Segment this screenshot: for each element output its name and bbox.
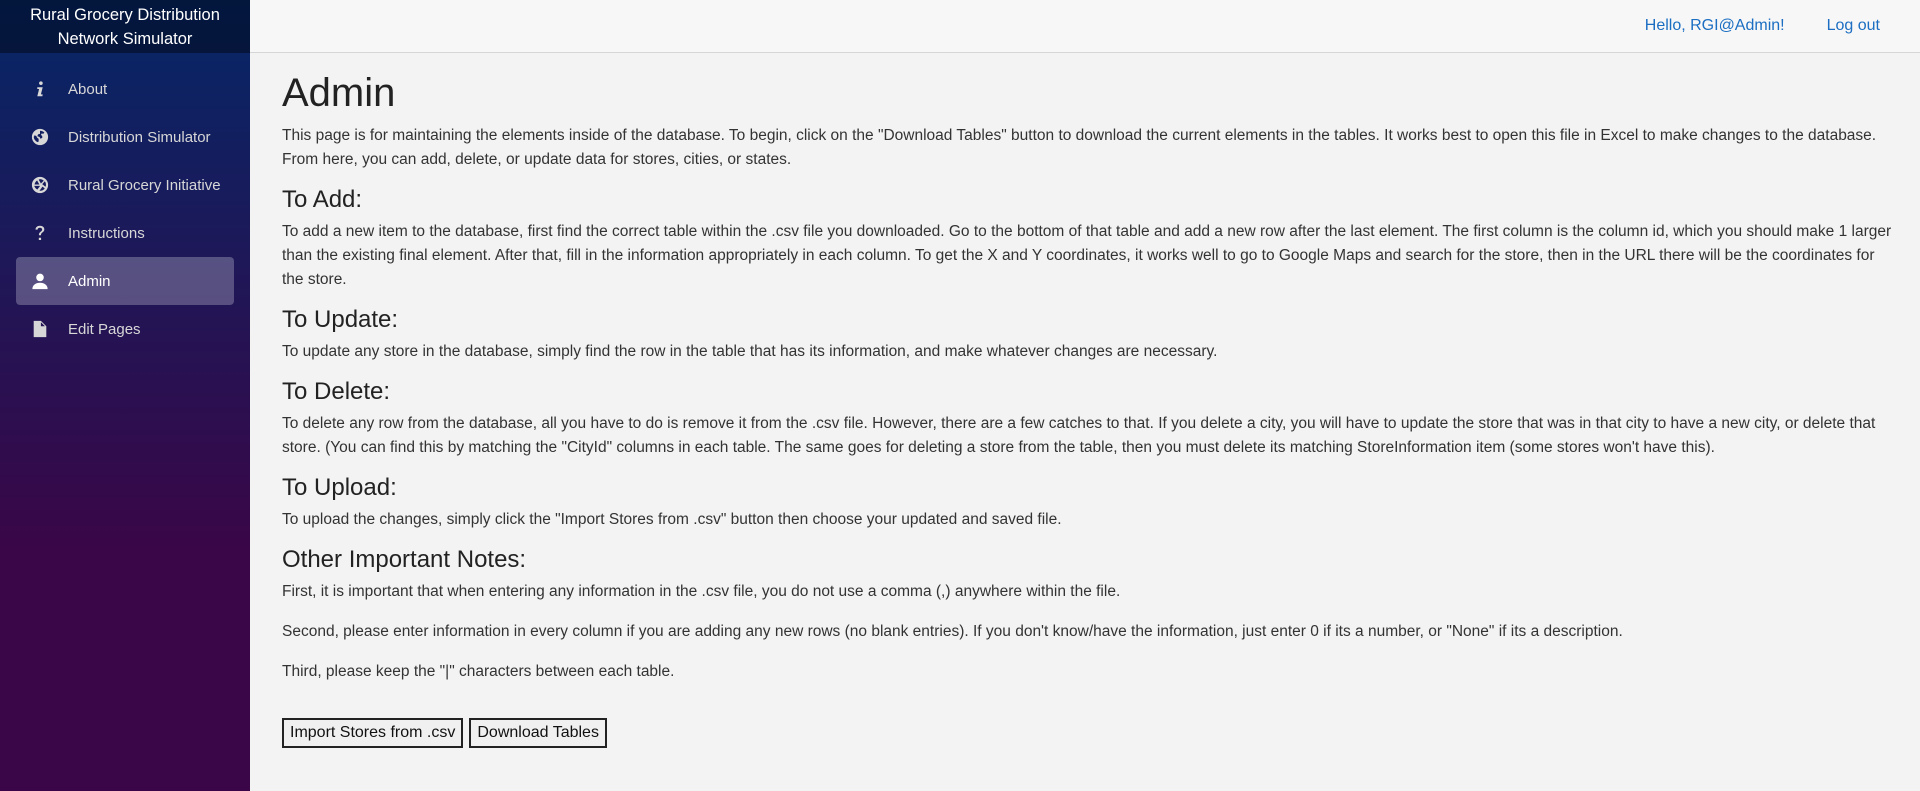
import-stores-button[interactable]: Import Stores from .csv — [282, 718, 464, 748]
document-icon — [30, 319, 50, 339]
section-text-delete: To delete any row from the database, all… — [282, 415, 1876, 456]
section-heading-update: To Update: — [282, 306, 399, 333]
section-text-update: To update any store in the database, sim… — [282, 343, 1218, 360]
section-heading-delete: To Delete: — [282, 378, 391, 405]
globe-icon — [30, 127, 50, 147]
sidebar-item-label: Instructions — [68, 224, 145, 242]
notes-heading: Other Important Notes: — [282, 546, 527, 573]
question-icon — [30, 223, 50, 243]
page-title: Admin — [282, 71, 396, 115]
section-text-add: To add a new item to the database, first… — [282, 223, 1892, 288]
sidebar-item-rural-grocery-initiative[interactable]: Rural Grocery Initiative — [16, 161, 234, 209]
note-item: First, it is important that when enterin… — [282, 583, 1121, 600]
note-item: Second, please enter information in ever… — [282, 623, 1623, 640]
sidebar-item-label: Rural Grocery Initiative — [68, 176, 221, 194]
info-icon — [30, 79, 50, 99]
note-item: Third, please keep the "|" characters be… — [282, 663, 675, 680]
sidebar-item-label: Edit Pages — [68, 320, 141, 338]
sidebar-item-label: Admin — [68, 272, 111, 290]
sidebar-item-edit-pages[interactable]: Edit Pages — [16, 305, 234, 353]
action-buttons: Import Stores from .csv Download Tables — [282, 718, 1895, 748]
sidebar-item-label: Distribution Simulator — [68, 128, 211, 146]
section-text-upload: To upload the changes, simply click the … — [282, 511, 1062, 528]
sidebar-item-admin[interactable]: Admin — [16, 257, 234, 305]
download-tables-button[interactable]: Download Tables — [469, 718, 607, 748]
section-heading-add: To Add: — [282, 186, 363, 213]
intro-text: This page is for maintaining the element… — [282, 127, 1877, 168]
page-content: Admin This page is for maintaining the e… — [250, 53, 1920, 748]
brand-title[interactable]: Rural Grocery Distribution Network Simul… — [0, 0, 250, 53]
sidebar: Rural Grocery Distribution Network Simul… — [0, 0, 250, 791]
sidebar-item-instructions[interactable]: Instructions — [16, 209, 234, 257]
main-area: Hello, RGI@Admin! Log out Admin This pag… — [250, 0, 1920, 791]
sidebar-item-about[interactable]: About — [16, 65, 234, 113]
app-root: Rural Grocery Distribution Network Simul… — [0, 0, 1920, 791]
top-bar: Hello, RGI@Admin! Log out — [250, 0, 1920, 53]
sidebar-item-label: About — [68, 80, 108, 98]
greeting-link[interactable]: Hello, RGI@Admin! — [1645, 17, 1785, 35]
section-heading-upload: To Upload: — [282, 474, 397, 501]
aperture-icon — [30, 175, 50, 195]
person-icon — [30, 271, 50, 291]
sidebar-item-distribution-simulator[interactable]: Distribution Simulator — [16, 113, 234, 161]
logout-link[interactable]: Log out — [1827, 17, 1880, 35]
sidebar-nav: About Distribution Simulator Rural Groce… — [0, 53, 250, 353]
brand-title-text: Rural Grocery Distribution Network Simul… — [30, 6, 220, 48]
